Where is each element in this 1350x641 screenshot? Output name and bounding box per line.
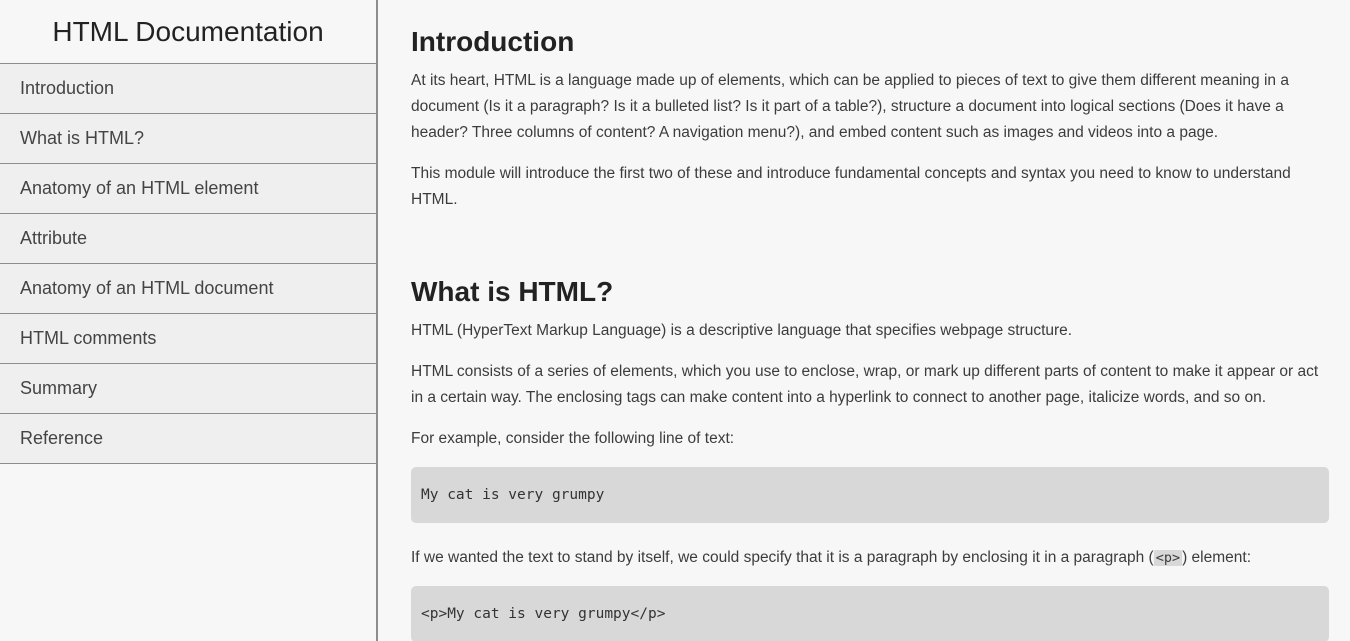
nav-link[interactable]: Introduction — [20, 78, 114, 99]
section-paragraph: At its heart, HTML is a language made up… — [411, 72, 1289, 142]
inline-code: <p> — [1153, 550, 1183, 567]
nav-link[interactable]: HTML comments — [20, 328, 156, 349]
code-block: <p>My cat is very grumpy</p> — [411, 586, 1329, 641]
nav-link[interactable]: What is HTML? — [20, 128, 144, 149]
section-what-is-html: What is HTML? HTML (HyperText Markup Lan… — [411, 228, 1329, 641]
nav-link[interactable]: Attribute — [20, 228, 87, 249]
section-paragraph: This module will introduce the first two… — [411, 165, 1291, 209]
nav-item-anatomy-element[interactable]: Anatomy of an HTML element — [0, 164, 376, 214]
nav-item-summary[interactable]: Summary — [0, 364, 376, 414]
nav-item-attribute[interactable]: Attribute — [0, 214, 376, 264]
section-paragraph: If we wanted the text to stand by itself… — [411, 545, 1329, 571]
nav-list: Introduction What is HTML? Anatomy of an… — [0, 64, 376, 464]
nav-link[interactable]: Anatomy of an HTML element — [20, 178, 258, 199]
section-paragraph: For example, consider the following line… — [411, 430, 735, 448]
nav-item-anatomy-document[interactable]: Anatomy of an HTML document — [0, 264, 376, 314]
section-title: Introduction — [411, 26, 575, 57]
nav-item-reference[interactable]: Reference — [0, 414, 376, 464]
paragraph-text: If we wanted the text to stand by itself… — [411, 549, 1154, 567]
main-doc: Introduction At its heart, HTML is a lan… — [378, 0, 1350, 641]
nav-item-what-is-html[interactable]: What is HTML? — [0, 114, 376, 164]
nav-link[interactable]: Summary — [20, 378, 97, 399]
nav-link[interactable]: Anatomy of an HTML document — [20, 278, 273, 299]
nav-item-html-comments[interactable]: HTML comments — [0, 314, 376, 364]
section-paragraph: HTML consists of a series of elements, w… — [411, 363, 1319, 407]
sidebar-title: HTML Documentation — [0, 0, 376, 64]
section-introduction: Introduction At its heart, HTML is a lan… — [411, 0, 1329, 213]
section-paragraph: HTML (HyperText Markup Language) is a de… — [411, 322, 1073, 340]
nav-item-introduction[interactable]: Introduction — [0, 64, 376, 114]
nav-link[interactable]: Reference — [20, 428, 103, 449]
sidebar-nav: HTML Documentation Introduction What is … — [0, 0, 378, 641]
app-root: HTML Documentation Introduction What is … — [0, 0, 1350, 641]
code-block: My cat is very grumpy — [411, 467, 1329, 524]
section-title: What is HTML? — [411, 276, 614, 308]
paragraph-text: ) element: — [1182, 549, 1252, 567]
